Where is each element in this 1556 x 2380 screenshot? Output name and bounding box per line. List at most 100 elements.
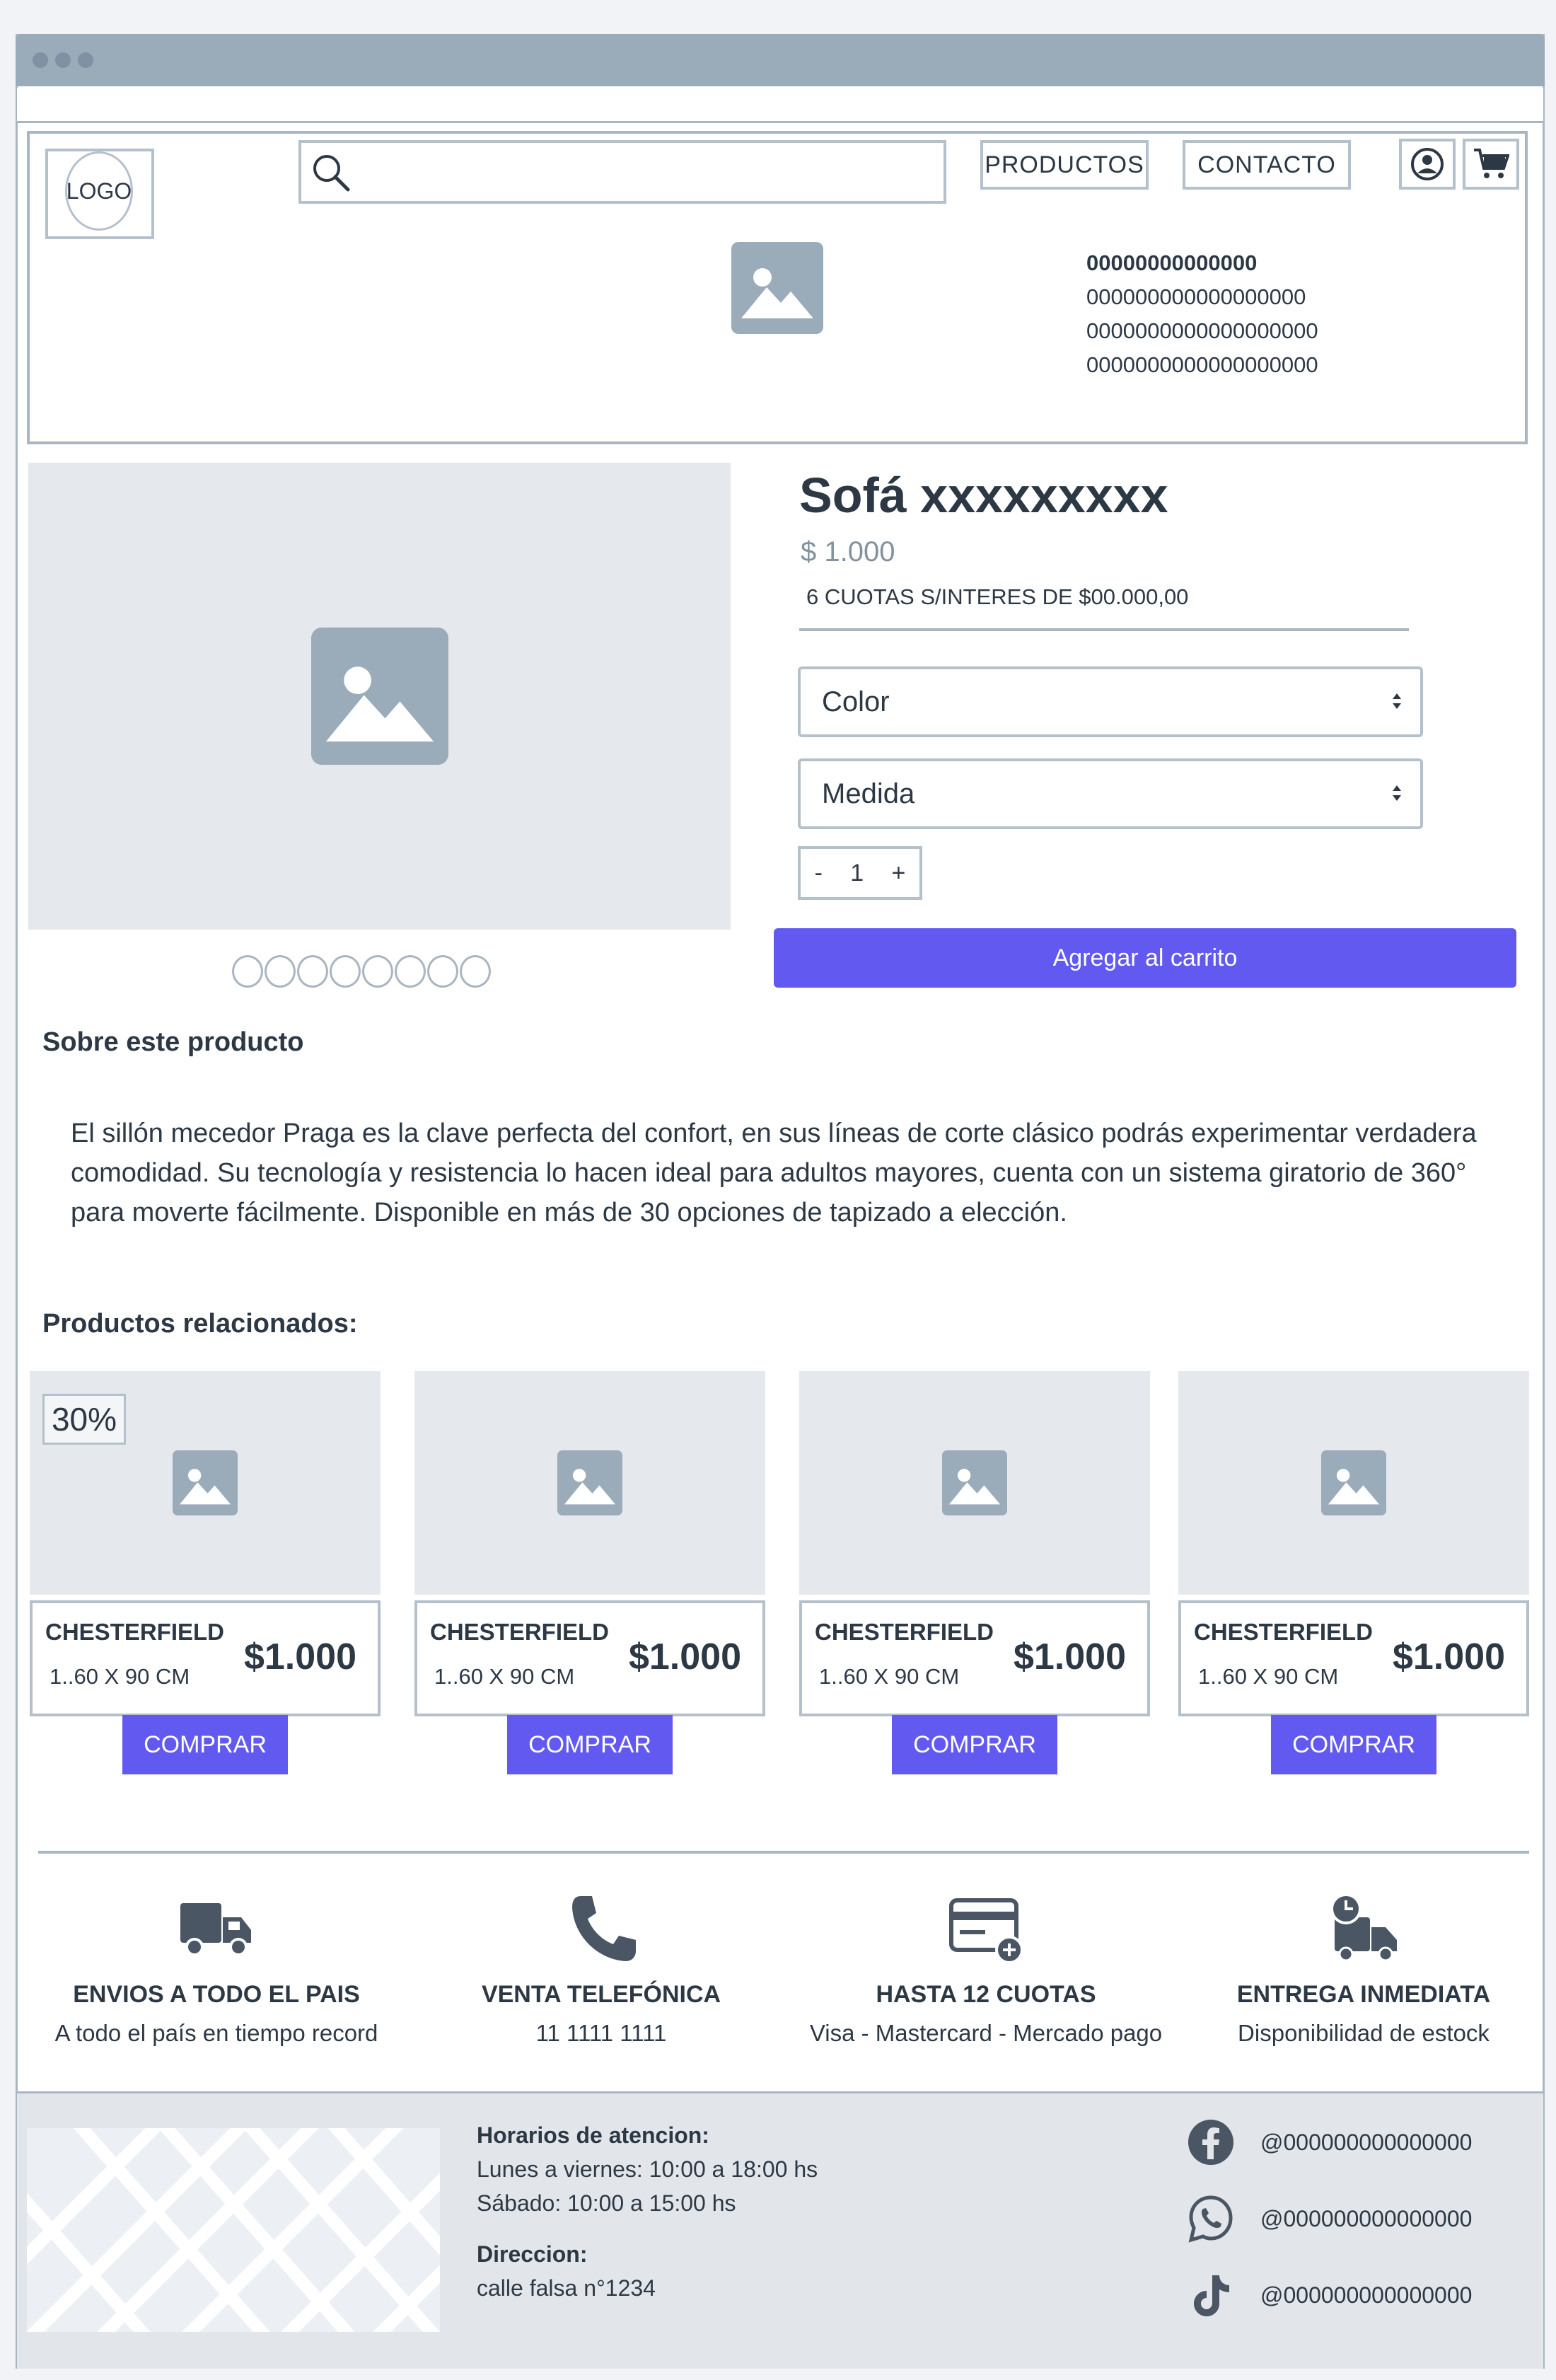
divider	[38, 1851, 1529, 1854]
window-minimize-dot[interactable]	[55, 52, 71, 68]
logo[interactable]: LOGO	[65, 151, 133, 231]
medida-select[interactable]: Medida	[798, 758, 1423, 829]
related-product-name: CHESTERFIELD	[1194, 1619, 1374, 1645]
hours-title: Horarios de atencion:	[477, 2122, 709, 2148]
related-product-size: 1..60 X 90 CM	[1198, 1664, 1339, 1689]
cart-button[interactable]	[1463, 139, 1519, 190]
image-placeholder-icon	[310, 628, 448, 765]
social-handle: @000000000000000	[1260, 2129, 1473, 2155]
qty-minus-button[interactable]: -	[815, 860, 823, 887]
header-info-line: 0000000000000000000	[1086, 352, 1318, 377]
feature-subtitle: A todo el país en tiempo record	[54, 2020, 378, 2046]
add-to-cart-button[interactable]: Agregar al carrito	[774, 928, 1516, 988]
hours-weekdays: Lunes a viernes: 10:00 a 18:00 hs	[477, 2156, 818, 2182]
logo-text: LOGO	[66, 178, 132, 204]
search-input[interactable]	[298, 140, 946, 204]
color-select-label: Color	[822, 686, 890, 717]
image-placeholder-icon	[1321, 1450, 1386, 1515]
phone-icon	[572, 1896, 636, 1961]
image-placeholder-icon	[173, 1450, 238, 1515]
social-facebook[interactable]: @000000000000000	[1185, 2117, 1472, 2168]
quantity-stepper: - 1 +	[798, 846, 922, 900]
carousel-dot[interactable]	[330, 955, 361, 988]
window-maximize-dot[interactable]	[78, 52, 93, 68]
related-product-name: CHESTERFIELD	[815, 1619, 994, 1645]
about-title: Sobre este producto	[42, 1027, 304, 1057]
nav-productos-button[interactable]: PRODUCTOS	[980, 140, 1149, 190]
header-info-line: 00000000000000	[1086, 250, 1258, 275]
social-handle: @000000000000000	[1260, 2205, 1473, 2231]
feature-subtitle: Visa - Mastercard - Mercado pago	[809, 2020, 1163, 2046]
window-close-dot[interactable]	[33, 52, 48, 68]
related-product-info[interactable]: CHESTERFIELD 1..60 X 90 CM $1.000	[414, 1600, 765, 1716]
hours-saturday: Sábado: 10:00 a 15:00 hs	[477, 2190, 736, 2216]
cart-icon	[1474, 149, 1509, 178]
related-product-size: 1..60 X 90 CM	[434, 1664, 575, 1689]
carousel-dot[interactable]	[265, 955, 296, 988]
product-main-image[interactable]	[28, 463, 731, 930]
header-info-line: 0000000000000000000	[1086, 318, 1318, 343]
carousel-dot[interactable]	[395, 955, 426, 988]
feature-title: VENTA TELEFÓNICA	[481, 1981, 721, 2008]
related-product-size: 1..60 X 90 CM	[819, 1664, 960, 1689]
feature-subtitle: 11 1111 1111	[535, 2020, 667, 2046]
truck-icon	[180, 1903, 251, 1956]
related-product-name: CHESTERFIELD	[430, 1619, 610, 1645]
related-product-price: $1.000	[1013, 1636, 1126, 1677]
related-product-image[interactable]	[799, 1371, 1150, 1595]
carousel-dot[interactable]	[427, 955, 458, 988]
address-title: Direccion:	[477, 2241, 588, 2267]
whatsapp-icon	[1188, 2195, 1233, 2243]
facebook-icon	[1188, 2120, 1233, 2165]
address-bar[interactable]	[17, 88, 1543, 123]
social-whatsapp[interactable]: @000000000000000	[1185, 2193, 1472, 2244]
nav-contacto-button[interactable]: CONTACTO	[1183, 140, 1351, 190]
search-icon[interactable]	[308, 150, 354, 195]
image-placeholder-icon	[731, 242, 823, 334]
delivery-clock-icon	[1330, 1893, 1397, 1962]
image-placeholder-icon	[557, 1450, 622, 1515]
browser-titlebar	[16, 34, 1545, 86]
image-placeholder-icon	[942, 1450, 1007, 1515]
product-installments: 6 CUOTAS S/INTERES DE $00.000,00	[806, 584, 1189, 609]
carousel-dot[interactable]	[460, 955, 491, 988]
buy-button[interactable]: COMPRAR	[1271, 1715, 1436, 1774]
select-arrows-icon	[1393, 785, 1401, 801]
related-product-image[interactable]	[1178, 1371, 1529, 1595]
feature-delivery: ENTREGA INMEDIATA Disponibilidad de esto…	[1180, 1893, 1548, 2047]
credit-card-icon	[949, 1898, 1023, 1964]
discount-badge: 30%	[42, 1394, 126, 1445]
about-description: El sillón mecedor Praga es la clave perf…	[71, 1119, 1477, 1227]
qty-value[interactable]: 1	[850, 860, 864, 887]
feature-title: ENVIOS A TODO EL PAIS	[73, 1981, 360, 2008]
color-select[interactable]: Color	[798, 666, 1423, 737]
medida-select-label: Medida	[822, 778, 915, 809]
related-product-image[interactable]	[414, 1371, 765, 1595]
feature-title: HASTA 12 CUOTAS	[876, 1981, 1096, 2008]
header-info-line: 000000000000000000	[1086, 284, 1306, 309]
carousel-dot[interactable]	[297, 955, 328, 988]
related-product-price: $1.000	[628, 1636, 741, 1677]
header-info: 00000000000000 000000000000000000 000000…	[1086, 246, 1318, 382]
feature-subtitle: Disponibilidad de estock	[1238, 2020, 1490, 2046]
carousel-dot[interactable]	[232, 955, 263, 988]
product-title: Sofá xxxxxxxxx	[799, 468, 1168, 523]
feature-title: ENTREGA INMEDIATA	[1236, 1981, 1491, 2008]
social-tiktok[interactable]: @000000000000000	[1185, 2270, 1472, 2321]
related-product-info[interactable]: CHESTERFIELD 1..60 X 90 CM $1.000	[30, 1600, 381, 1716]
account-button[interactable]	[1399, 139, 1456, 190]
related-product-info[interactable]: CHESTERFIELD 1..60 X 90 CM $1.000	[799, 1600, 1150, 1716]
social-handle: @000000000000000	[1260, 2282, 1473, 2308]
carousel-dot[interactable]	[362, 955, 393, 988]
user-icon	[1411, 148, 1444, 180]
buy-button[interactable]: COMPRAR	[122, 1715, 288, 1774]
divider	[799, 628, 1409, 631]
related-product-size: 1..60 X 90 CM	[50, 1664, 190, 1689]
buy-button[interactable]: COMPRAR	[507, 1715, 673, 1774]
feature-phone: VENTA TELEFÓNICA 11 1111 1111	[417, 1893, 785, 2047]
buy-button[interactable]: COMPRAR	[892, 1715, 1057, 1774]
related-product-info[interactable]: CHESTERFIELD 1..60 X 90 CM $1.000	[1178, 1600, 1529, 1716]
map-placeholder[interactable]	[27, 2128, 440, 2332]
related-title: Productos relacionados:	[42, 1309, 358, 1339]
qty-plus-button[interactable]: +	[891, 860, 905, 887]
